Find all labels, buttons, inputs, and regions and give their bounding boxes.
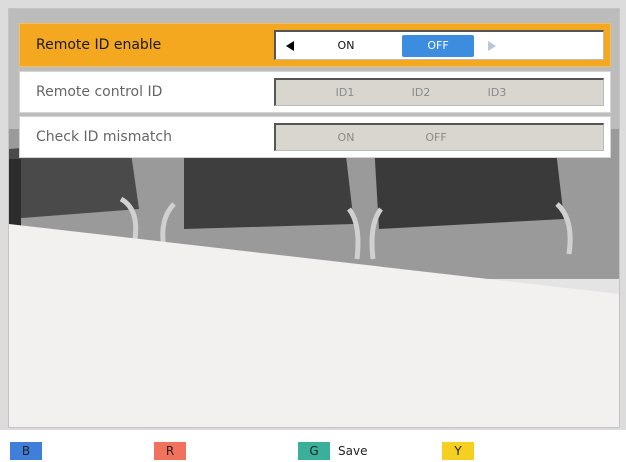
remote-id-enable-label: Remote ID enable bbox=[36, 37, 162, 53]
option-id2: ID2 bbox=[411, 86, 431, 99]
check-id-mismatch-selector: ON OFF bbox=[274, 123, 604, 151]
right-arrow-icon[interactable] bbox=[488, 41, 496, 51]
option-off: OFF bbox=[425, 131, 447, 144]
option-off-selected[interactable]: OFF bbox=[402, 35, 474, 57]
red-key-button[interactable]: R bbox=[154, 442, 186, 460]
remote-control-id-selector: ID1 ID2 ID3 bbox=[274, 78, 604, 106]
left-arrow-icon[interactable] bbox=[286, 41, 294, 51]
green-key-button[interactable]: G bbox=[298, 442, 330, 460]
check-id-mismatch-row: Check ID mismatch ON OFF bbox=[19, 116, 611, 158]
option-on: ON bbox=[337, 131, 355, 144]
remote-control-id-row: Remote control ID ID1 ID2 ID3 bbox=[19, 71, 611, 113]
check-id-mismatch-label: Check ID mismatch bbox=[36, 129, 172, 145]
yellow-key-button[interactable]: Y bbox=[442, 442, 474, 460]
color-key-footer: B R G Save Y bbox=[0, 430, 626, 462]
green-key-label: Save bbox=[338, 444, 368, 458]
screen-area: Remote ID enable ON OFF Remote control I… bbox=[8, 8, 620, 428]
blue-key-button[interactable]: B bbox=[10, 442, 42, 460]
option-id1: ID1 bbox=[335, 86, 355, 99]
option-on[interactable]: ON bbox=[316, 32, 376, 60]
remote-control-id-label: Remote control ID bbox=[36, 84, 163, 100]
remote-id-enable-selector[interactable]: ON OFF bbox=[274, 30, 604, 60]
option-id3: ID3 bbox=[487, 86, 507, 99]
settings-menu: Remote ID enable ON OFF Remote control I… bbox=[19, 23, 611, 161]
remote-id-enable-row[interactable]: Remote ID enable ON OFF bbox=[19, 23, 611, 67]
